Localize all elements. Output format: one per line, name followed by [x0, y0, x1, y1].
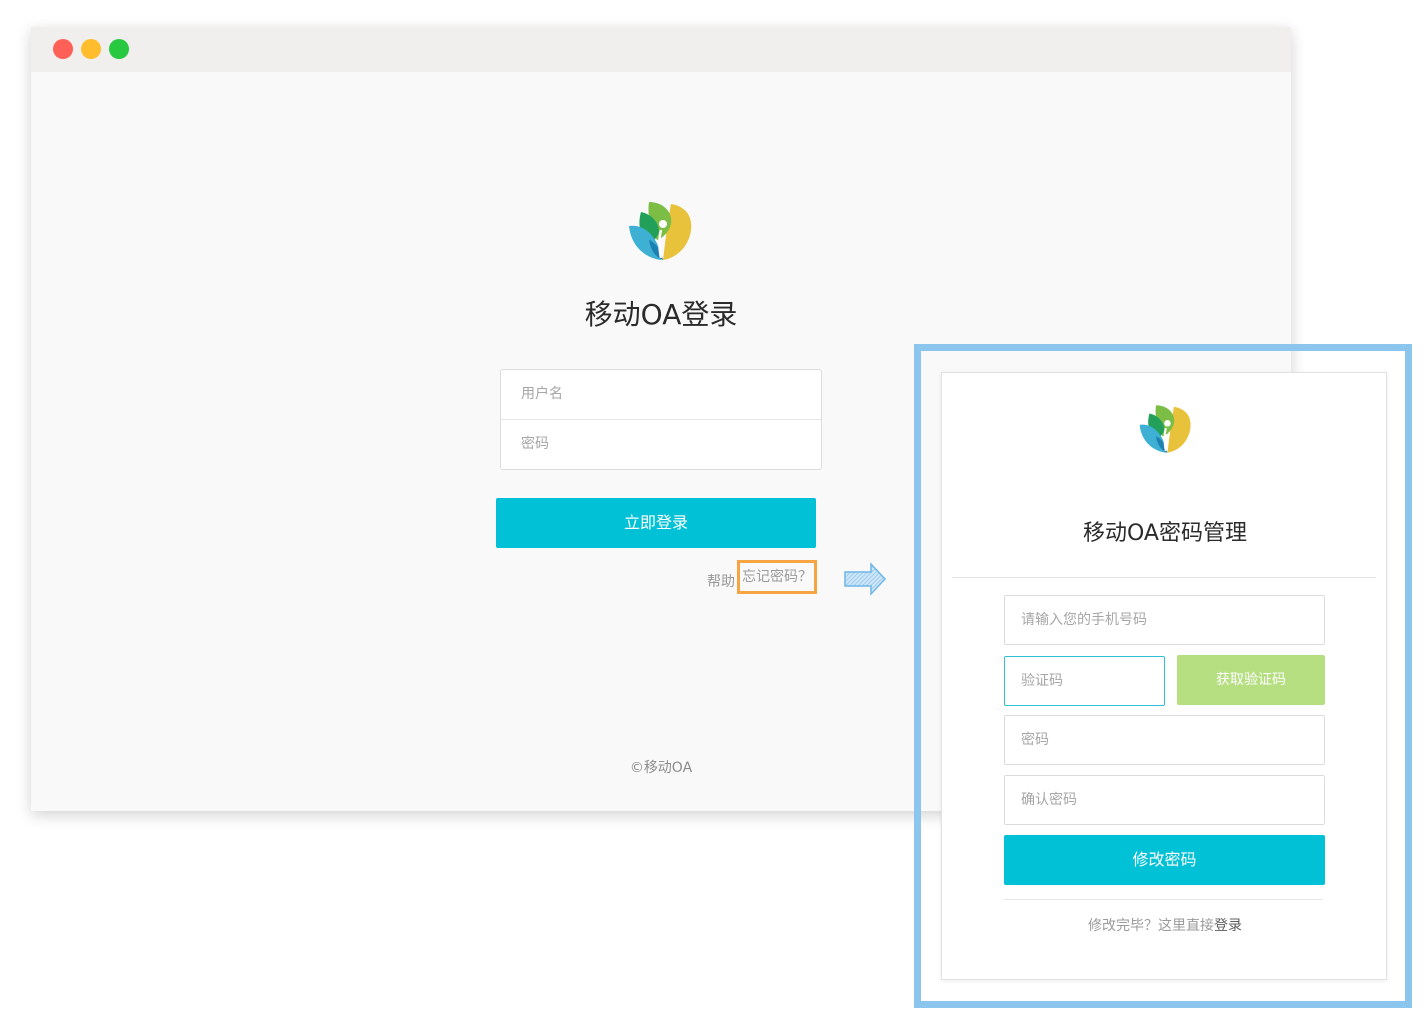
username-input[interactable]: 用户名	[501, 370, 821, 419]
password-input[interactable]: 密码	[501, 419, 821, 469]
copyright-text: ©移动OA	[629, 760, 693, 776]
new-password-input[interactable]: 密码	[1004, 715, 1325, 765]
close-window-button[interactable]	[53, 39, 73, 59]
password-reset-card: 移动OA密码管理 请输入您的手机号码 验证码 获取验证码 密码 确认密码 修改密…	[941, 372, 1387, 980]
maximize-window-button[interactable]	[109, 39, 129, 59]
login-button[interactable]: 立即登录	[496, 498, 816, 548]
get-code-button[interactable]: 获取验证码	[1177, 655, 1325, 705]
forgot-password-link[interactable]: 忘记密码？	[737, 560, 817, 594]
phone-input[interactable]: 请输入您的手机号码	[1004, 595, 1325, 645]
reset-footer: 修改完毕？这里直接登录	[942, 915, 1388, 935]
back-to-login-link[interactable]: 登录	[1214, 918, 1242, 934]
verification-code-input[interactable]: 验证码	[1004, 656, 1165, 706]
change-password-button[interactable]: 修改密码	[1004, 835, 1325, 885]
divider	[952, 577, 1376, 578]
login-form: 用户名 密码	[500, 369, 822, 470]
login-title: 移动OA登录	[584, 298, 738, 331]
footer-text: 修改完毕？这里直接	[1088, 918, 1214, 934]
divider	[1004, 899, 1322, 900]
window-titlebar	[31, 27, 1291, 72]
leaf-logo-icon	[1139, 405, 1191, 453]
help-link[interactable]: 帮助	[707, 571, 735, 591]
reset-title: 移动OA密码管理	[1083, 521, 1247, 546]
minimize-window-button[interactable]	[81, 39, 101, 59]
leaf-logo-icon	[629, 202, 692, 260]
right-arrow-icon	[844, 562, 887, 596]
confirm-password-input[interactable]: 确认密码	[1004, 775, 1325, 825]
